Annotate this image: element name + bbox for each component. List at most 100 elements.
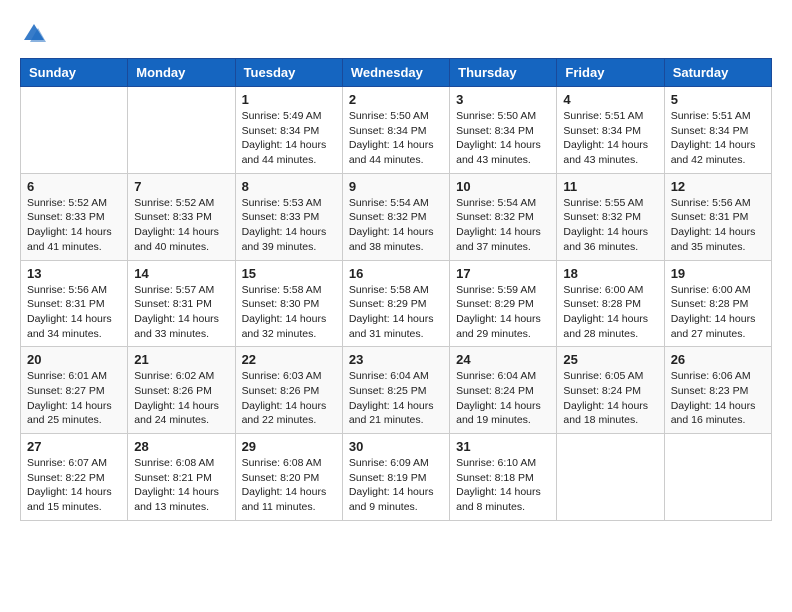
day-number: 21: [134, 352, 228, 367]
day-info: Sunrise: 6:09 AM Sunset: 8:19 PM Dayligh…: [349, 456, 443, 515]
day-info: Sunrise: 6:01 AM Sunset: 8:27 PM Dayligh…: [27, 369, 121, 428]
day-number: 6: [27, 179, 121, 194]
logo: [20, 20, 52, 48]
weekday-header: Tuesday: [235, 59, 342, 87]
calendar-cell: 19 Sunrise: 6:00 AM Sunset: 8:28 PM Dayli…: [664, 260, 771, 347]
day-info: Sunrise: 6:00 AM Sunset: 8:28 PM Dayligh…: [671, 283, 765, 342]
calendar-cell: 25 Sunrise: 6:05 AM Sunset: 8:24 PM Dayli…: [557, 347, 664, 434]
day-number: 31: [456, 439, 550, 454]
calendar-cell: 8 Sunrise: 5:53 AM Sunset: 8:33 PM Daylig…: [235, 173, 342, 260]
weekday-header: Friday: [557, 59, 664, 87]
day-info: Sunrise: 6:02 AM Sunset: 8:26 PM Dayligh…: [134, 369, 228, 428]
day-number: 3: [456, 92, 550, 107]
weekday-header: Saturday: [664, 59, 771, 87]
day-info: Sunrise: 6:06 AM Sunset: 8:23 PM Dayligh…: [671, 369, 765, 428]
page-header: [20, 20, 772, 48]
day-info: Sunrise: 5:59 AM Sunset: 8:29 PM Dayligh…: [456, 283, 550, 342]
calendar-cell: 18 Sunrise: 6:00 AM Sunset: 8:28 PM Dayli…: [557, 260, 664, 347]
calendar-table: SundayMondayTuesdayWednesdayThursdayFrid…: [20, 58, 772, 521]
logo-icon: [20, 20, 48, 48]
day-info: Sunrise: 5:51 AM Sunset: 8:34 PM Dayligh…: [563, 109, 657, 168]
calendar-week-row: 6 Sunrise: 5:52 AM Sunset: 8:33 PM Daylig…: [21, 173, 772, 260]
day-number: 9: [349, 179, 443, 194]
day-info: Sunrise: 6:08 AM Sunset: 8:20 PM Dayligh…: [242, 456, 336, 515]
day-info: Sunrise: 5:52 AM Sunset: 8:33 PM Dayligh…: [27, 196, 121, 255]
calendar-cell: [664, 434, 771, 521]
day-number: 30: [349, 439, 443, 454]
day-number: 22: [242, 352, 336, 367]
day-info: Sunrise: 6:00 AM Sunset: 8:28 PM Dayligh…: [563, 283, 657, 342]
day-info: Sunrise: 5:53 AM Sunset: 8:33 PM Dayligh…: [242, 196, 336, 255]
weekday-header-row: SundayMondayTuesdayWednesdayThursdayFrid…: [21, 59, 772, 87]
day-info: Sunrise: 5:58 AM Sunset: 8:29 PM Dayligh…: [349, 283, 443, 342]
day-info: Sunrise: 6:03 AM Sunset: 8:26 PM Dayligh…: [242, 369, 336, 428]
calendar-cell: 11 Sunrise: 5:55 AM Sunset: 8:32 PM Dayli…: [557, 173, 664, 260]
day-number: 28: [134, 439, 228, 454]
calendar-cell: 17 Sunrise: 5:59 AM Sunset: 8:29 PM Dayli…: [450, 260, 557, 347]
calendar-cell: 5Sunrise: 5:51 AM Sunset: 8:34 PM Daylig…: [664, 87, 771, 174]
day-number: 18: [563, 266, 657, 281]
day-number: 25: [563, 352, 657, 367]
day-number: 15: [242, 266, 336, 281]
calendar-week-row: 13 Sunrise: 5:56 AM Sunset: 8:31 PM Dayli…: [21, 260, 772, 347]
day-number: 2: [349, 92, 443, 107]
day-number: 16: [349, 266, 443, 281]
day-number: 26: [671, 352, 765, 367]
day-number: 29: [242, 439, 336, 454]
calendar-cell: 12 Sunrise: 5:56 AM Sunset: 8:31 PM Dayli…: [664, 173, 771, 260]
day-number: 12: [671, 179, 765, 194]
calendar-cell: 2 Sunrise: 5:50 AM Sunset: 8:34 PM Daylig…: [342, 87, 449, 174]
day-number: 23: [349, 352, 443, 367]
calendar-cell: 16 Sunrise: 5:58 AM Sunset: 8:29 PM Dayli…: [342, 260, 449, 347]
day-info: Sunrise: 5:56 AM Sunset: 8:31 PM Dayligh…: [27, 283, 121, 342]
calendar-cell: 4 Sunrise: 5:51 AM Sunset: 8:34 PM Daylig…: [557, 87, 664, 174]
day-number: 7: [134, 179, 228, 194]
calendar-cell: 10Sunrise: 5:54 AM Sunset: 8:32 PM Dayli…: [450, 173, 557, 260]
calendar-week-row: 27 Sunrise: 6:07 AM Sunset: 8:22 PM Dayli…: [21, 434, 772, 521]
calendar-cell: 28Sunrise: 6:08 AM Sunset: 8:21 PM Dayli…: [128, 434, 235, 521]
day-info: Sunrise: 5:57 AM Sunset: 8:31 PM Dayligh…: [134, 283, 228, 342]
day-info: Sunrise: 5:58 AM Sunset: 8:30 PM Dayligh…: [242, 283, 336, 342]
calendar-cell: [21, 87, 128, 174]
calendar-cell: 29 Sunrise: 6:08 AM Sunset: 8:20 PM Dayli…: [235, 434, 342, 521]
day-number: 19: [671, 266, 765, 281]
day-info: Sunrise: 5:51 AM Sunset: 8:34 PM Dayligh…: [671, 109, 765, 168]
day-number: 13: [27, 266, 121, 281]
day-number: 17: [456, 266, 550, 281]
calendar-cell: 13 Sunrise: 5:56 AM Sunset: 8:31 PM Dayli…: [21, 260, 128, 347]
day-info: Sunrise: 6:04 AM Sunset: 8:24 PM Dayligh…: [456, 369, 550, 428]
day-info: Sunrise: 5:56 AM Sunset: 8:31 PM Dayligh…: [671, 196, 765, 255]
calendar-cell: 1Sunrise: 5:49 AM Sunset: 8:34 PM Daylig…: [235, 87, 342, 174]
calendar-cell: 22 Sunrise: 6:03 AM Sunset: 8:26 PM Dayli…: [235, 347, 342, 434]
day-info: Sunrise: 5:50 AM Sunset: 8:34 PM Dayligh…: [456, 109, 550, 168]
day-number: 10: [456, 179, 550, 194]
day-info: Sunrise: 6:05 AM Sunset: 8:24 PM Dayligh…: [563, 369, 657, 428]
calendar-cell: 31Sunrise: 6:10 AM Sunset: 8:18 PM Dayli…: [450, 434, 557, 521]
calendar-cell: 14Sunrise: 5:57 AM Sunset: 8:31 PM Dayli…: [128, 260, 235, 347]
day-info: Sunrise: 5:55 AM Sunset: 8:32 PM Dayligh…: [563, 196, 657, 255]
calendar-cell: [557, 434, 664, 521]
day-number: 24: [456, 352, 550, 367]
day-number: 11: [563, 179, 657, 194]
day-info: Sunrise: 6:04 AM Sunset: 8:25 PM Dayligh…: [349, 369, 443, 428]
calendar-cell: 6 Sunrise: 5:52 AM Sunset: 8:33 PM Daylig…: [21, 173, 128, 260]
calendar-cell: 27 Sunrise: 6:07 AM Sunset: 8:22 PM Dayli…: [21, 434, 128, 521]
calendar-cell: 9Sunrise: 5:54 AM Sunset: 8:32 PM Daylig…: [342, 173, 449, 260]
day-info: Sunrise: 5:49 AM Sunset: 8:34 PM Dayligh…: [242, 109, 336, 168]
weekday-header: Thursday: [450, 59, 557, 87]
day-info: Sunrise: 5:52 AM Sunset: 8:33 PM Dayligh…: [134, 196, 228, 255]
calendar-week-row: 1Sunrise: 5:49 AM Sunset: 8:34 PM Daylig…: [21, 87, 772, 174]
day-info: Sunrise: 5:50 AM Sunset: 8:34 PM Dayligh…: [349, 109, 443, 168]
calendar-cell: 30 Sunrise: 6:09 AM Sunset: 8:19 PM Dayli…: [342, 434, 449, 521]
calendar-cell: [128, 87, 235, 174]
day-info: Sunrise: 6:07 AM Sunset: 8:22 PM Dayligh…: [27, 456, 121, 515]
day-number: 20: [27, 352, 121, 367]
calendar-cell: 24 Sunrise: 6:04 AM Sunset: 8:24 PM Dayli…: [450, 347, 557, 434]
calendar-week-row: 20 Sunrise: 6:01 AM Sunset: 8:27 PM Dayli…: [21, 347, 772, 434]
weekday-header: Wednesday: [342, 59, 449, 87]
day-number: 8: [242, 179, 336, 194]
day-number: 27: [27, 439, 121, 454]
day-number: 4: [563, 92, 657, 107]
calendar-cell: 26 Sunrise: 6:06 AM Sunset: 8:23 PM Dayli…: [664, 347, 771, 434]
calendar-cell: 3 Sunrise: 5:50 AM Sunset: 8:34 PM Daylig…: [450, 87, 557, 174]
